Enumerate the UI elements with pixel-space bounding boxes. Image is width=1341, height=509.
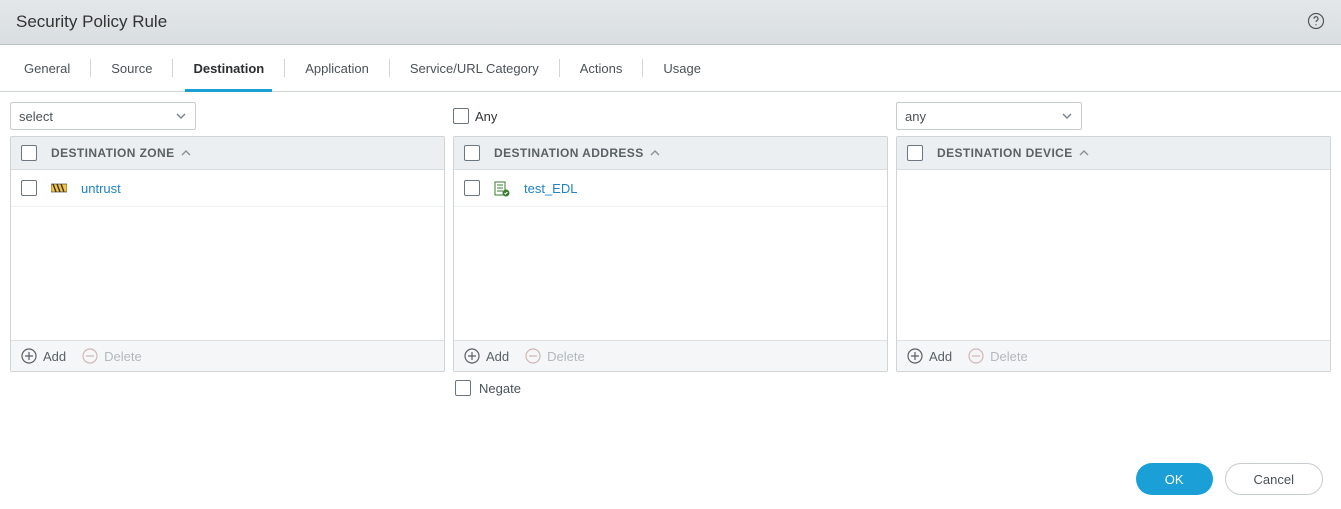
tab-separator [90, 59, 91, 77]
tab-application[interactable]: Application [301, 45, 373, 91]
tab-actions[interactable]: Actions [576, 45, 627, 91]
plus-circle-icon [907, 348, 923, 364]
zone-icon [51, 181, 67, 195]
minus-circle-icon [525, 348, 541, 364]
plus-circle-icon [464, 348, 480, 364]
address-any-checkbox[interactable] [453, 108, 469, 124]
zone-type-select[interactable]: select [10, 102, 196, 130]
address-negate-checkbox[interactable] [455, 380, 471, 396]
zone-add-button[interactable]: Add [21, 348, 66, 364]
device-type-select-value: any [905, 109, 926, 124]
zone-delete-button[interactable]: Delete [82, 348, 142, 364]
device-type-select[interactable]: any [896, 102, 1082, 130]
address-row-label[interactable]: test_EDL [524, 181, 577, 196]
edl-icon [494, 181, 510, 195]
sort-asc-icon [1079, 148, 1089, 158]
sort-asc-icon [181, 148, 191, 158]
chevron-down-icon [175, 110, 187, 122]
device-delete-button[interactable]: Delete [968, 348, 1028, 364]
address-delete-button[interactable]: Delete [525, 348, 585, 364]
address-row: test_EDL [454, 170, 887, 207]
panel-destination-address: Any DESTINATION ADDRESS [453, 102, 888, 396]
tab-destination[interactable]: Destination [189, 45, 268, 91]
address-add-button[interactable]: Add [464, 348, 509, 364]
address-negate-label: Negate [479, 381, 521, 396]
minus-circle-icon [968, 348, 984, 364]
zone-row: untrust [11, 170, 444, 207]
zone-column-header[interactable]: DESTINATION ZONE [51, 146, 191, 160]
panel-destination-device: any DESTINATION DEVICE Add [896, 102, 1331, 396]
address-any-label: Any [475, 109, 497, 124]
tab-service-url-category[interactable]: Service/URL Category [406, 45, 543, 91]
zone-type-select-value: select [19, 109, 53, 124]
dialog-title: Security Policy Rule [16, 12, 167, 32]
plus-circle-icon [21, 348, 37, 364]
tab-separator [642, 59, 643, 77]
tab-general[interactable]: General [20, 45, 74, 91]
tab-separator [172, 59, 173, 77]
tab-usage[interactable]: Usage [659, 45, 705, 91]
tab-separator [389, 59, 390, 77]
address-column-header[interactable]: DESTINATION ADDRESS [494, 146, 660, 160]
tab-separator [284, 59, 285, 77]
chevron-down-icon [1061, 110, 1073, 122]
zone-row-checkbox[interactable] [21, 180, 37, 196]
zone-select-all-checkbox[interactable] [21, 145, 37, 161]
ok-button[interactable]: OK [1136, 463, 1213, 495]
title-bar: Security Policy Rule [0, 0, 1341, 45]
address-select-all-checkbox[interactable] [464, 145, 480, 161]
sort-asc-icon [650, 148, 660, 158]
address-row-checkbox[interactable] [464, 180, 480, 196]
device-select-all-checkbox[interactable] [907, 145, 923, 161]
cancel-button[interactable]: Cancel [1225, 463, 1323, 495]
panel-destination-zone: select DESTINATION ZONE [10, 102, 445, 396]
minus-circle-icon [82, 348, 98, 364]
tablist: General Source Destination Application S… [0, 45, 1341, 92]
zone-row-label[interactable]: untrust [81, 181, 121, 196]
help-icon[interactable] [1307, 12, 1325, 33]
dialog-footer: OK Cancel [1136, 463, 1323, 495]
tab-source[interactable]: Source [107, 45, 156, 91]
tab-separator [559, 59, 560, 77]
device-add-button[interactable]: Add [907, 348, 952, 364]
device-column-header[interactable]: DESTINATION DEVICE [937, 146, 1089, 160]
